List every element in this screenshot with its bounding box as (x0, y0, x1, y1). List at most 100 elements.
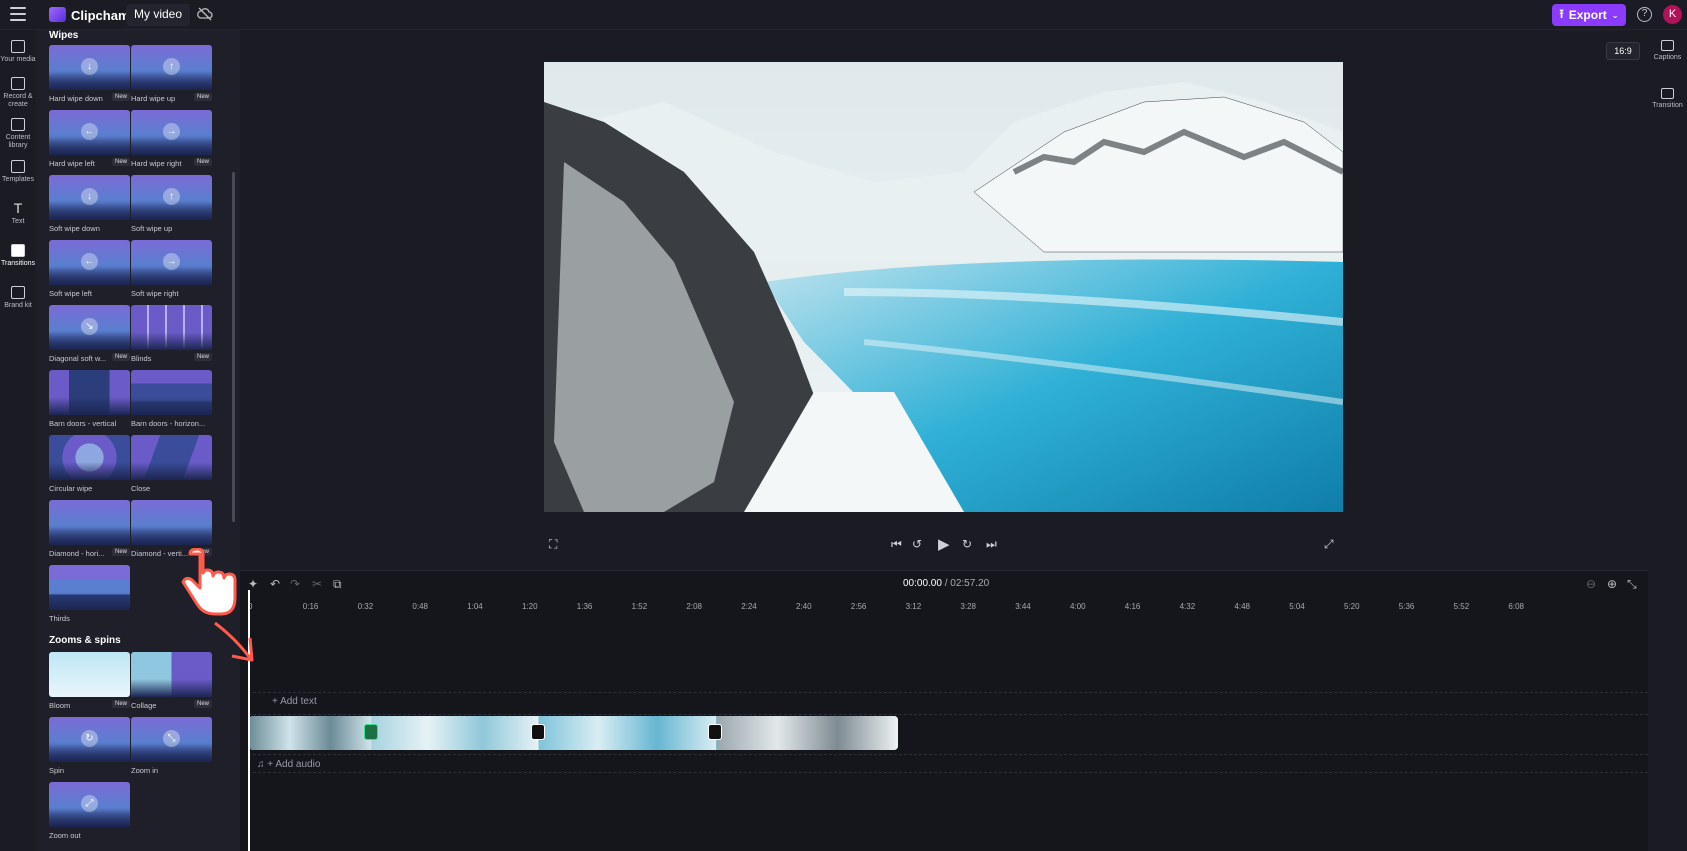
transition-tile[interactable]: Barn doors - horizon... (131, 370, 212, 428)
left-nav: Your media Record & create Content libra… (0, 30, 36, 851)
add-text-button[interactable]: + Add text (272, 696, 317, 707)
transition-tile[interactable]: Close (131, 435, 212, 493)
zoom-in-icon[interactable]: ⊕ (1607, 577, 1617, 591)
transition-tile[interactable]: Circular wipe (49, 435, 130, 493)
transition-tile[interactable]: ← Soft wipe left (49, 240, 130, 298)
rewind-5-icon[interactable]: ↺ (912, 537, 922, 551)
arrow-right-icon: → (163, 123, 180, 140)
redo-icon[interactable]: ↷ (290, 577, 300, 591)
transition-marker[interactable] (531, 724, 545, 740)
transition-tile[interactable]: Thirds (49, 565, 130, 623)
nav-your-media[interactable]: Your media (0, 40, 36, 64)
library-icon (11, 118, 25, 131)
nav-record-create[interactable]: Record & create (0, 77, 36, 109)
transition-tile[interactable]: ⤢ Zoom out (49, 782, 130, 840)
skip-back-icon[interactable]: ⏮ (891, 537, 902, 551)
undo-icon[interactable]: ↶ (270, 577, 280, 591)
fit-timeline-icon[interactable]: ⤡ (1627, 577, 1637, 592)
scissors-icon[interactable]: ✂ (312, 577, 322, 591)
transition-tile[interactable]: Barn doors - vertical (49, 370, 130, 428)
arrow-right-icon: → (163, 253, 180, 270)
transition-tile[interactable]: ↑ Hard wipe up New (131, 45, 212, 103)
transition-tile[interactable]: → Hard wipe right New (131, 110, 212, 168)
top-bar: Clipchamp My video ⭱ Export ⌄ ? K (0, 0, 1687, 30)
video-clip-track[interactable] (249, 716, 898, 750)
panel-scrollbar[interactable] (232, 172, 235, 522)
nav-templates[interactable]: Templates (0, 160, 36, 184)
chevron-down-icon: ⌄ (1611, 10, 1619, 20)
transition-tile[interactable]: Diamond - hori... New (49, 500, 130, 558)
captions-button[interactable]: Captions (1648, 40, 1687, 61)
video-clip[interactable] (539, 716, 716, 750)
new-badge: New (193, 93, 212, 101)
ruler-tick-label: 5:36 (1398, 602, 1415, 611)
transition-button[interactable]: Transition (1648, 88, 1687, 109)
timeline: ✦ ↶ ↷ ✂ ⧉ 00:00.00 / 02:57.20 ⊖ ⊕ ⤡ 0 0:1… (240, 570, 1648, 851)
export-label: Export (1568, 8, 1607, 22)
fullscreen-icon[interactable]: ⤢ (1324, 537, 1334, 551)
export-button[interactable]: ⭱ Export ⌄ (1552, 4, 1626, 26)
video-preview[interactable] (544, 62, 1343, 512)
nav-text[interactable]: T Text (0, 201, 36, 226)
transition-tile[interactable]: ⤡ Zoom in (131, 717, 212, 775)
arrow-up-icon: ↑ (163, 188, 180, 205)
magic-edit-icon[interactable]: ⛶ (549, 537, 557, 551)
arrow-down-icon: ↓ (81, 58, 98, 75)
play-button[interactable]: ▶ (938, 535, 950, 553)
ruler-tick-label: 6:08 (1508, 602, 1524, 611)
skip-forward-icon[interactable]: ⏭ (986, 537, 997, 551)
project-name-field[interactable]: My video (126, 4, 191, 26)
ruler-tick-label: 2:08 (686, 602, 702, 611)
transition-tile[interactable]: ↑ Soft wipe up (131, 175, 212, 233)
nav-brand-kit[interactable]: Brand kit (0, 286, 36, 310)
transition-tile[interactable]: ← Hard wipe left New (49, 110, 130, 168)
forward-5-icon[interactable]: ↻ (962, 537, 972, 551)
magic-icon[interactable]: ✦ (248, 577, 258, 591)
spin-icon: ↻ (81, 730, 98, 747)
transition-marker[interactable] (364, 724, 378, 740)
camera-icon (11, 77, 25, 90)
help-icon[interactable]: ? (1637, 7, 1652, 22)
transition-tile[interactable]: Bloom New (49, 652, 130, 710)
arrow-left-icon: ← (81, 253, 98, 270)
transition-marker[interactable] (708, 724, 722, 740)
video-clip[interactable] (717, 716, 898, 750)
nav-content-library[interactable]: Content library (0, 118, 36, 150)
cloud-off-icon[interactable] (197, 7, 213, 21)
ruler-tick-label: 1:36 (576, 602, 593, 611)
transition-tile[interactable]: ↻ Spin (49, 717, 130, 775)
hand-pointer-icon (181, 548, 237, 616)
transition-tile[interactable]: Blinds New (131, 305, 212, 363)
total-time: / 02:57.20 (944, 578, 990, 589)
ruler-tick-label: 2:24 (741, 602, 757, 611)
video-clip[interactable] (249, 716, 371, 750)
ruler-tick-label: 4:32 (1179, 602, 1196, 611)
timecode: 00:00.00 / 02:57.20 (903, 578, 989, 589)
menu-icon[interactable] (10, 7, 26, 21)
transition-tile[interactable]: ↘ Diagonal soft w... New (49, 305, 130, 363)
new-badge: New (111, 353, 130, 361)
ruler-tick-label: 3:44 (1015, 602, 1031, 611)
transition-tile[interactable]: Collage New (131, 652, 212, 710)
new-badge: New (111, 93, 130, 101)
brand-kit-icon (11, 286, 25, 299)
upload-icon: ⭱ (1559, 6, 1564, 21)
avatar[interactable]: K (1663, 5, 1682, 24)
current-time: 00:00.00 (903, 578, 942, 589)
nav-transitions[interactable]: Transitions (0, 244, 36, 268)
transition-tile[interactable]: ↓ Soft wipe down (49, 175, 130, 233)
arrow-up-icon: ↑ (163, 58, 180, 75)
video-clip[interactable] (372, 716, 538, 750)
add-audio-button[interactable]: ♫ + Add audio (257, 759, 320, 770)
glacier-image (544, 62, 1343, 512)
duplicate-icon[interactable]: ⧉ (333, 577, 342, 592)
new-badge: New (111, 158, 130, 166)
zoom-out-icon[interactable]: ⊖ (1586, 577, 1596, 591)
transition-tile[interactable]: → Soft wipe right (131, 240, 212, 298)
aspect-ratio-button[interactable]: 16:9 (1606, 42, 1640, 60)
transition-tile[interactable]: ↓ Hard wipe down New (49, 45, 130, 103)
ruler-tick-label: 1:04 (467, 602, 483, 611)
zoom-out-icon: ⤢ (81, 795, 98, 812)
arrow-down-icon: ↓ (81, 188, 98, 205)
transition-icon (1661, 88, 1674, 99)
